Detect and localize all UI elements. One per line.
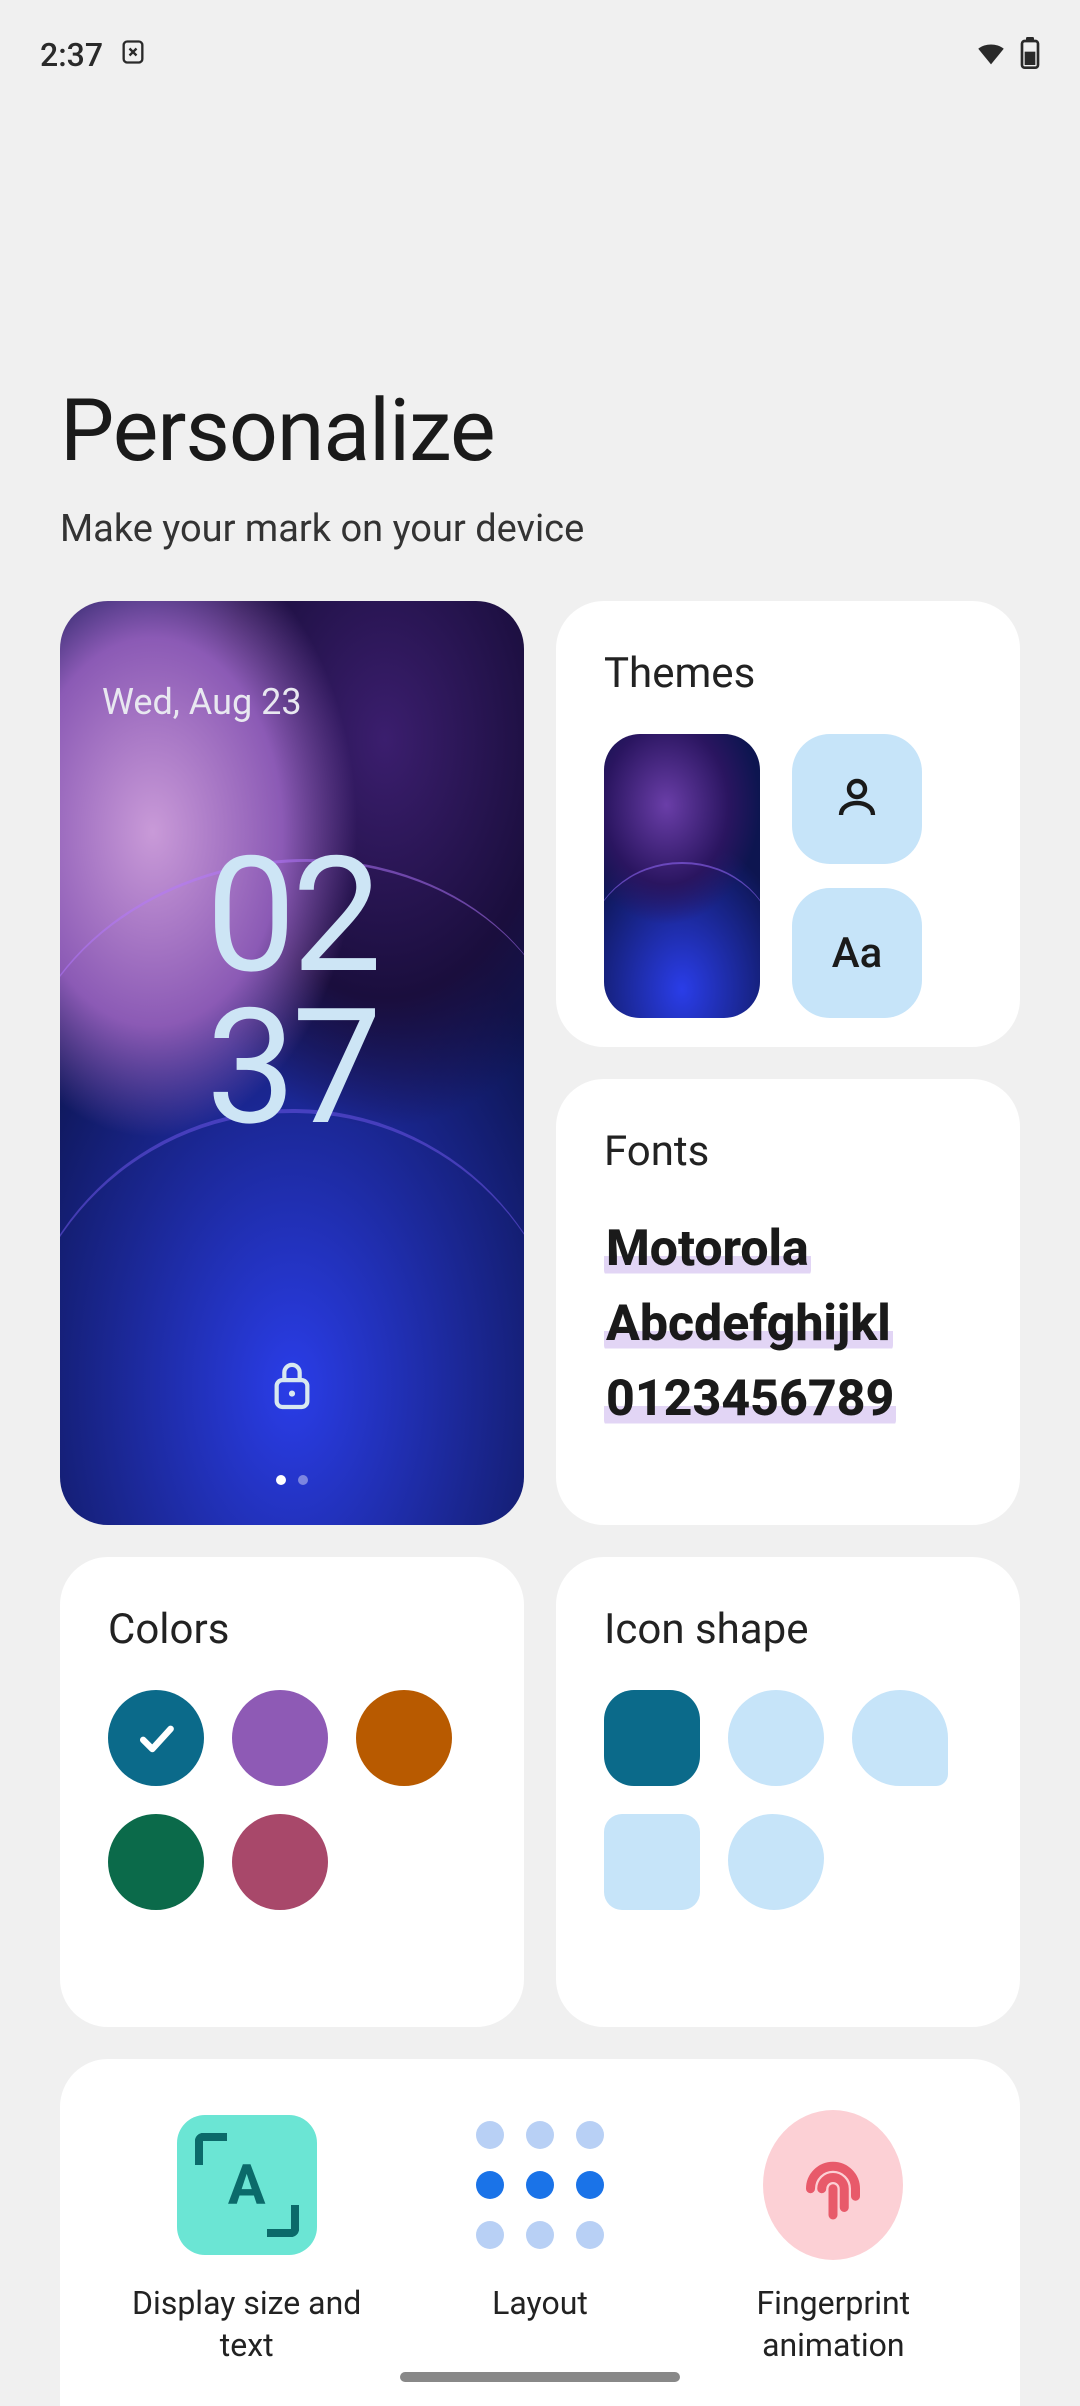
- bottom-options-card: A Display size and text Layout: [60, 2059, 1020, 2406]
- fonts-title: Fonts: [604, 1127, 972, 1176]
- page-subtitle: Make your mark on your device: [60, 507, 1020, 551]
- icon-shape-squircle[interactable]: [604, 1690, 700, 1786]
- status-bar: 2:37: [0, 0, 1080, 90]
- fingerprint-label: Fingerprint animation: [703, 2283, 963, 2366]
- personalize-grid: Wed, Aug 23 02 37 Themes: [0, 551, 1080, 2027]
- color-swatch[interactable]: [356, 1690, 452, 1786]
- colors-card[interactable]: Colors: [60, 1557, 524, 2027]
- layout-icon: [470, 2115, 610, 2255]
- color-swatch[interactable]: [108, 1690, 204, 1786]
- icon-shape-rounded-square[interactable]: [604, 1814, 700, 1910]
- wallpaper-clock-hour: 02: [60, 841, 524, 993]
- battery-icon: [1020, 37, 1040, 73]
- fonts-card[interactable]: Fonts Motorola Abcdefghijkl 0123456789: [556, 1079, 1020, 1525]
- page-title: Personalize: [60, 380, 1020, 481]
- fonts-sample: Motorola Abcdefghijkl 0123456789: [604, 1212, 972, 1437]
- wallpaper-page-dots: [276, 1475, 308, 1485]
- theme-side-chips: Aa: [792, 734, 922, 1018]
- wallpaper-preview-card[interactable]: Wed, Aug 23 02 37: [60, 601, 524, 1525]
- fonts-line-1: Motorola: [604, 1220, 811, 1278]
- header: Personalize Make your mark on your devic…: [0, 90, 1080, 551]
- colors-title: Colors: [108, 1605, 476, 1654]
- person-icon: [833, 773, 881, 825]
- fingerprint-item[interactable]: Fingerprint animation: [703, 2115, 963, 2366]
- color-swatch-grid: [108, 1690, 476, 1910]
- fonts-line-3: 0123456789: [604, 1370, 896, 1428]
- icon-shape-circle[interactable]: [728, 1690, 824, 1786]
- fonts-line-2: Abcdefghijkl: [604, 1295, 893, 1353]
- theme-font-chip[interactable]: Aa: [792, 888, 922, 1018]
- display-size-label: Display size and text: [117, 2283, 377, 2366]
- layout-label: Layout: [492, 2283, 588, 2325]
- theme-avatar-chip[interactable]: [792, 734, 922, 864]
- themes-title: Themes: [604, 649, 972, 698]
- themes-card[interactable]: Themes Aa: [556, 601, 1020, 1047]
- status-left: 2:37: [40, 36, 147, 74]
- fingerprint-icon: [763, 2115, 903, 2255]
- wifi-icon: [974, 36, 1008, 74]
- display-size-item[interactable]: A Display size and text: [117, 2115, 377, 2366]
- color-swatch[interactable]: [232, 1814, 328, 1910]
- page-dot: [298, 1475, 308, 1485]
- battery-saver-icon: [119, 36, 147, 74]
- icon-shape-teardrop[interactable]: [852, 1690, 948, 1786]
- wallpaper-clock-minute: 37: [60, 993, 524, 1145]
- layout-item[interactable]: Layout: [410, 2115, 670, 2366]
- status-time: 2:37: [40, 36, 103, 74]
- page-dot-active: [276, 1475, 286, 1485]
- wallpaper-clock: 02 37: [60, 841, 524, 1145]
- icon-shape-grid: [604, 1690, 972, 1910]
- wallpaper-date: Wed, Aug 23: [102, 681, 302, 723]
- icon-shape-card[interactable]: Icon shape: [556, 1557, 1020, 2027]
- gesture-bar[interactable]: [400, 2372, 680, 2382]
- icon-shape-pebble[interactable]: [728, 1814, 824, 1910]
- themes-row: Aa: [604, 734, 972, 1018]
- theme-wallpaper-thumb[interactable]: [604, 734, 760, 1018]
- icon-shape-title: Icon shape: [604, 1605, 972, 1654]
- color-swatch[interactable]: [108, 1814, 204, 1910]
- color-swatch[interactable]: [232, 1690, 328, 1786]
- status-right: [974, 36, 1040, 74]
- aa-icon: Aa: [832, 929, 883, 978]
- lock-icon: [269, 1357, 315, 1415]
- display-size-icon: A: [177, 2115, 317, 2255]
